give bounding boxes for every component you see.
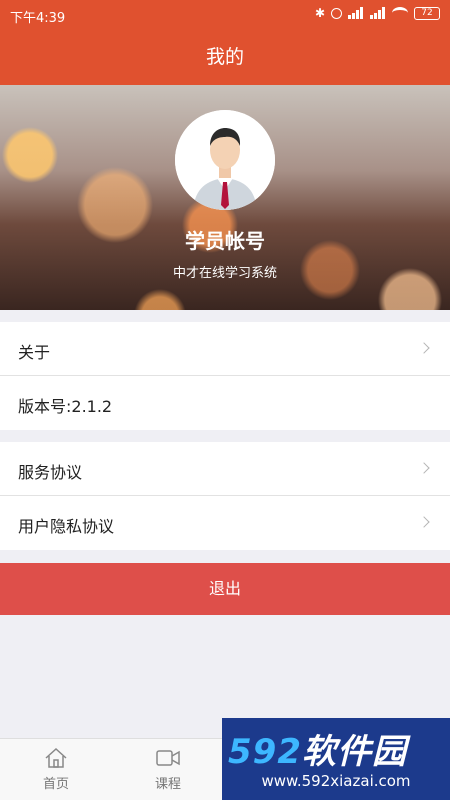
menu-item-version: 版本号:2.1.2 — [0, 376, 450, 430]
user-avatar-icon — [175, 110, 275, 210]
account-subtitle: 中才在线学习系统 — [172, 266, 277, 281]
wifi-icon — [392, 7, 408, 19]
watermark-url: www.592xiazai.com — [261, 772, 411, 790]
signal-icon — [348, 7, 364, 19]
nav-item-course[interactable]: 课程 — [138, 747, 198, 792]
menu-item-privacy-agreement[interactable]: 用户隐私协议 — [0, 496, 450, 550]
nav-label: 课程 — [154, 777, 181, 792]
status-bar: 下午4:39 ✱ 72 — [0, 0, 450, 30]
home-icon — [45, 747, 67, 768]
version-text: 版本号:2.1.2 — [18, 397, 113, 416]
battery-icon: 72 — [414, 6, 440, 20]
menu-item-label: 关于 — [18, 343, 51, 362]
watermark-number: 592 — [228, 732, 302, 772]
menu-group-agreements: 服务协议 用户隐私协议 — [0, 442, 450, 550]
menu-group-info: 关于 版本号:2.1.2 — [0, 322, 450, 430]
menu-item-label: 用户隐私协议 — [18, 517, 115, 536]
watermark-name: 软件园 — [301, 732, 407, 772]
status-time: 下午4:39 — [10, 11, 66, 26]
watermark-logo: 592软件园 www.592xiazai.com — [222, 718, 450, 800]
avatar[interactable] — [175, 110, 275, 210]
bluetooth-icon: ✱ — [314, 6, 325, 20]
chevron-right-icon — [418, 516, 430, 528]
nav-label: 首页 — [42, 777, 69, 792]
menu-item-about[interactable]: 关于 — [0, 322, 450, 376]
menu-item-label: 服务协议 — [18, 463, 83, 482]
alarm-icon — [331, 7, 342, 19]
logout-button[interactable]: 退出 — [0, 563, 450, 615]
video-camera-icon — [156, 750, 180, 766]
signal-icon — [370, 7, 386, 19]
chevron-right-icon — [418, 342, 430, 354]
status-icons: ✱ 72 — [315, 6, 440, 20]
profile-banner: 学员帐号 中才在线学习系统 — [0, 85, 450, 310]
nav-item-home[interactable]: 首页 — [26, 747, 86, 792]
account-name: 学员帐号 — [185, 229, 265, 253]
page-title: 我的 — [0, 30, 450, 85]
watermark-title: 592软件园 — [228, 724, 407, 773]
chevron-right-icon — [418, 462, 430, 474]
menu-item-service-agreement[interactable]: 服务协议 — [0, 442, 450, 496]
